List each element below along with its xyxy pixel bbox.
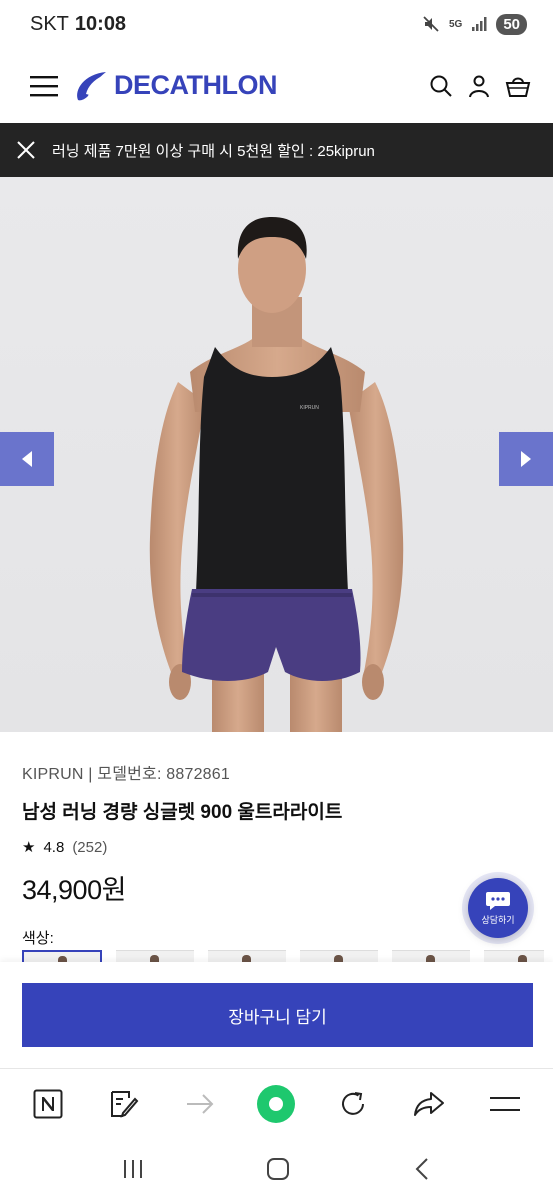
refresh-icon [341,1091,364,1115]
share-button[interactable] [409,1084,449,1124]
cart-bar: 장바구니 담기 [0,962,553,1068]
site-header: DECATHLON [0,48,553,123]
chevron-right-icon [521,451,531,467]
menu-lines-icon [489,1096,520,1111]
home-icon[interactable] [266,1157,290,1181]
browser-toolbar [0,1068,553,1138]
forward-button[interactable] [180,1084,220,1124]
arrow-right-icon [187,1093,214,1114]
menu-button[interactable] [485,1084,525,1124]
naver-n-icon [33,1089,63,1118]
product-info: KIPRUN | 모델번호: 8872861 남성 러닝 경량 싱글렛 900 … [22,760,532,948]
color-label: 색상: [22,930,54,947]
green-dot-button[interactable] [256,1084,296,1124]
search-icon[interactable] [429,74,453,98]
hamburger-menu-icon[interactable] [30,75,58,97]
cart-basket-icon[interactable] [505,74,531,98]
bookmark-edit-icon [111,1090,139,1118]
review-count: (252) [72,838,108,856]
chat-consult-button[interactable]: 상담하기 [468,878,528,938]
back-icon[interactable] [412,1157,432,1181]
green-dot-icon [257,1084,296,1123]
product-title: 남성 러닝 경량 싱글렛 900 울트라라이트 [22,802,343,823]
product-photo: KIPRUN [149,217,404,732]
star-icon: ★ [22,839,36,856]
product-price: 34,900원 [22,875,126,905]
naver-home-button[interactable] [28,1084,68,1124]
promo-message: 러닝 제품 7만원 이상 구매 시 5천원 할인 : 25kiprun [52,142,375,160]
close-icon[interactable] [16,140,36,160]
promo-banner: 러닝 제품 7만원 이상 구매 시 5천원 할인 : 25kiprun [0,123,553,177]
product-image-carousel[interactable]: KIPRUN [0,177,553,732]
carousel-next-button[interactable] [499,432,553,486]
network-label: 5G [448,18,463,30]
decathlon-logo-icon [77,71,106,100]
status-icons: 5G 50 [422,13,527,35]
brand-model-number: KIPRUN | 모델번호: 8872861 [22,766,230,783]
recent-apps-icon[interactable] [121,1158,145,1180]
status-bar: SKT 10:08 5G 50 [0,0,553,48]
product-rating[interactable]: ★ 4.8 (252) [22,838,532,857]
system-nav-bar [0,1138,553,1200]
share-arrow-icon [413,1091,444,1116]
mute-icon [423,16,439,32]
shirt-logo-text: KIPRUN [300,405,319,411]
bookmark-button[interactable] [104,1084,144,1124]
chevron-left-icon [22,451,32,467]
header-actions [429,74,531,98]
decathlon-logo[interactable]: DECATHLON [72,70,277,102]
signal-icon [472,17,487,31]
rating-value: 4.8 [43,838,65,856]
account-icon[interactable] [467,74,491,98]
refresh-button[interactable] [333,1084,373,1124]
battery-level: 50 [496,13,527,35]
chat-label: 상담하기 [481,914,515,925]
carousel-prev-button[interactable] [0,432,54,486]
carrier-label: SKT [30,12,69,35]
add-to-cart-button[interactable]: 장바구니 담기 [22,983,533,1047]
chat-bubble-icon [486,891,510,910]
logo-wordmark: DECATHLON [114,70,277,100]
status-time: 10:08 [74,12,127,35]
